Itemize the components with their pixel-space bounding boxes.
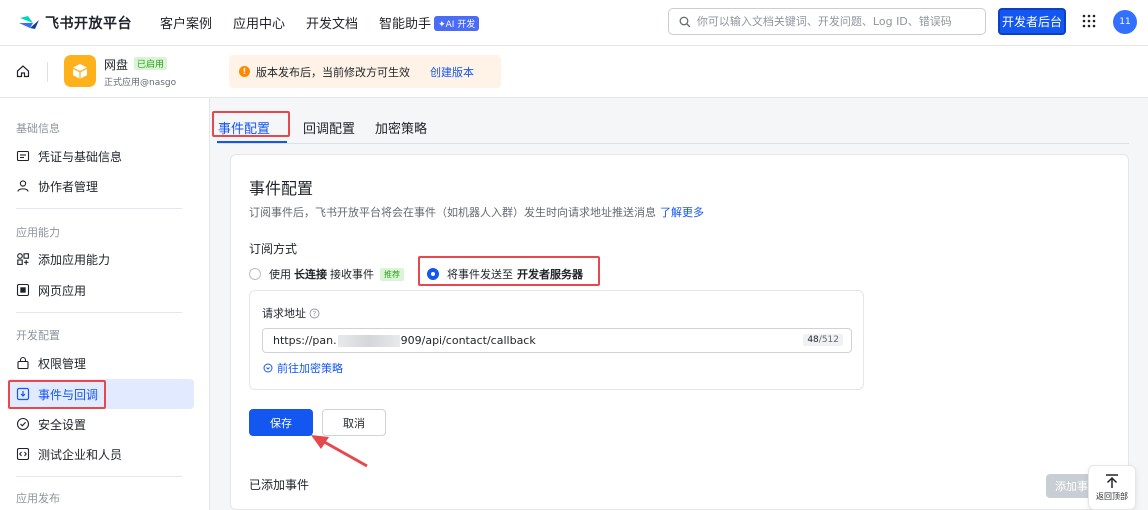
sidebar-item-label: 协作者管理 xyxy=(38,179,99,194)
section-title: 事件配置 xyxy=(249,179,314,198)
radio-button-checked[interactable] xyxy=(427,268,439,280)
sidebar-group-app-release: 应用发布 xyxy=(16,492,60,505)
event-callback-icon xyxy=(16,387,30,401)
sidebar-divider xyxy=(16,208,182,209)
test-code-icon xyxy=(16,447,30,461)
svg-text:?: ? xyxy=(313,310,317,318)
sidebar-divider xyxy=(16,476,182,477)
save-button[interactable]: 保存 xyxy=(249,409,313,436)
platform-title: 飞书开放平台 xyxy=(45,15,132,32)
sidebar-divider xyxy=(16,312,182,313)
info-circle-icon xyxy=(263,363,273,373)
nav-app-center[interactable]: 应用中心 xyxy=(233,13,285,32)
char-counter: 48/512 xyxy=(803,334,843,346)
nav-smart-assistant[interactable]: 智能助手 ✦AI 开发 xyxy=(379,13,480,32)
sidebar-item-test-tenant[interactable]: 测试企业和人员 xyxy=(8,439,194,469)
sidebar-item-label: 网页应用 xyxy=(38,283,87,298)
sidebar-item-events-callbacks[interactable]: 事件与回调 xyxy=(8,379,194,409)
sidebar-item-label: 权限管理 xyxy=(38,356,87,371)
create-version-link[interactable]: 创建版本 xyxy=(430,64,474,80)
subscription-method-label: 订阅方式 xyxy=(249,242,298,256)
learn-more-link[interactable]: 了解更多 xyxy=(660,206,704,219)
sidebar-group-dev-config: 开发配置 xyxy=(16,329,60,342)
app-name: 网盘 xyxy=(104,58,129,72)
app-box-icon xyxy=(64,55,96,87)
sidebar-item-label: 安全设置 xyxy=(38,417,87,432)
nav-customer-cases[interactable]: 客户案例 xyxy=(160,13,212,32)
feishu-logo-icon xyxy=(19,15,39,29)
user-avatar[interactable]: 11 xyxy=(1113,10,1137,34)
notice-text: 版本发布后，当前修改方可生效 xyxy=(256,65,410,79)
permission-lock-icon xyxy=(17,356,29,370)
request-url-input[interactable]: https://pan. 909/api/contact/callback 48… xyxy=(262,328,852,353)
tab-event-config[interactable]: 事件配置 xyxy=(218,118,270,137)
section-description: 订阅事件后，飞书开放平台将会在事件（如机器人入群）发生时向请求地址推送消息 了解更… xyxy=(249,206,704,219)
sidebar-group-basic-info: 基础信息 xyxy=(16,122,60,135)
web-app-icon xyxy=(16,283,30,297)
sidebar: 基础信息 凭证与基础信息 协作者管理 应用能力 添加应用能力 网页应用 开发配置… xyxy=(0,98,210,510)
header-divider xyxy=(47,62,48,82)
status-badge: 已启用 xyxy=(134,57,168,70)
warning-icon: ! xyxy=(239,66,250,77)
search-icon xyxy=(679,16,691,27)
sidebar-group-app-capabilities: 应用能力 xyxy=(16,226,60,239)
help-icon[interactable]: ? xyxy=(309,308,320,319)
sidebar-item-security[interactable]: 安全设置 xyxy=(8,409,194,439)
top-navigation-bar: 飞书开放平台 客户案例 应用中心 开发文档 智能助手✦AI 开发 开发者后台 1… xyxy=(0,0,1148,46)
developer-console-button[interactable]: 开发者后台 xyxy=(998,8,1066,35)
sidebar-item-permissions[interactable]: 权限管理 xyxy=(8,348,194,378)
recommended-badge: 推荐 xyxy=(380,267,404,281)
sidebar-item-label: 测试企业和人员 xyxy=(38,447,123,462)
tab-encryption-strategy[interactable]: 加密策略 xyxy=(375,118,427,137)
goto-encryption-link[interactable]: 前往加密策略 xyxy=(263,360,343,376)
home-icon[interactable] xyxy=(16,64,30,78)
sidebar-item-web-app[interactable]: 网页应用 xyxy=(8,275,194,305)
feishu-open-platform-logo[interactable]: 飞书开放平台 xyxy=(18,13,138,33)
app-header-bar: 网盘 已启用 正式应用@nasgo ! 版本发布后，当前修改方可生效 创建版本 xyxy=(0,46,1148,98)
arrow-up-icon xyxy=(1106,474,1118,488)
added-events-title: 已添加事件 xyxy=(249,478,310,492)
app-subtitle: 正式应用@nasgo xyxy=(104,78,177,88)
shield-check-icon xyxy=(16,417,30,431)
sidebar-item-collaborators[interactable]: 协作者管理 xyxy=(8,171,194,201)
request-url-label: 请求地址 ? xyxy=(262,305,320,321)
radio-developer-server[interactable]: 将事件发送至 开发者服务器 xyxy=(427,266,583,282)
annotation-arrow-icon xyxy=(311,435,368,468)
nav-dev-docs[interactable]: 开发文档 xyxy=(306,13,358,32)
back-to-top-label: 返回顶部 xyxy=(1096,492,1128,501)
redacted-blur xyxy=(337,334,400,347)
tabs-divider xyxy=(217,143,1129,144)
sidebar-item-add-capability[interactable]: 添加应用能力 xyxy=(8,244,194,274)
ai-dev-badge: ✦AI 开发 xyxy=(434,16,480,31)
tab-callback-config[interactable]: 回调配置 xyxy=(303,118,355,137)
radio-long-connection[interactable]: 使用 长连接 接收事件 推荐 xyxy=(249,266,404,282)
capability-grid-icon xyxy=(17,253,29,265)
app-grid-icon[interactable] xyxy=(1082,14,1096,28)
version-notice: ! 版本发布后，当前修改方可生效 创建版本 xyxy=(229,55,501,88)
credential-card-icon xyxy=(16,150,30,162)
sidebar-item-label: 事件与回调 xyxy=(38,387,99,402)
sidebar-item-label: 凭证与基础信息 xyxy=(38,149,123,164)
radio-button-unchecked[interactable] xyxy=(249,268,261,280)
nav-smart-assistant-label: 智能助手 xyxy=(379,17,432,32)
search-input[interactable] xyxy=(696,15,985,28)
sidebar-item-label: 添加应用能力 xyxy=(38,252,111,267)
doc-search-box[interactable] xyxy=(668,8,986,35)
person-icon xyxy=(17,180,29,192)
back-to-top-button[interactable]: 返回顶部 xyxy=(1088,465,1136,510)
sidebar-item-credentials[interactable]: 凭证与基础信息 xyxy=(8,141,194,171)
